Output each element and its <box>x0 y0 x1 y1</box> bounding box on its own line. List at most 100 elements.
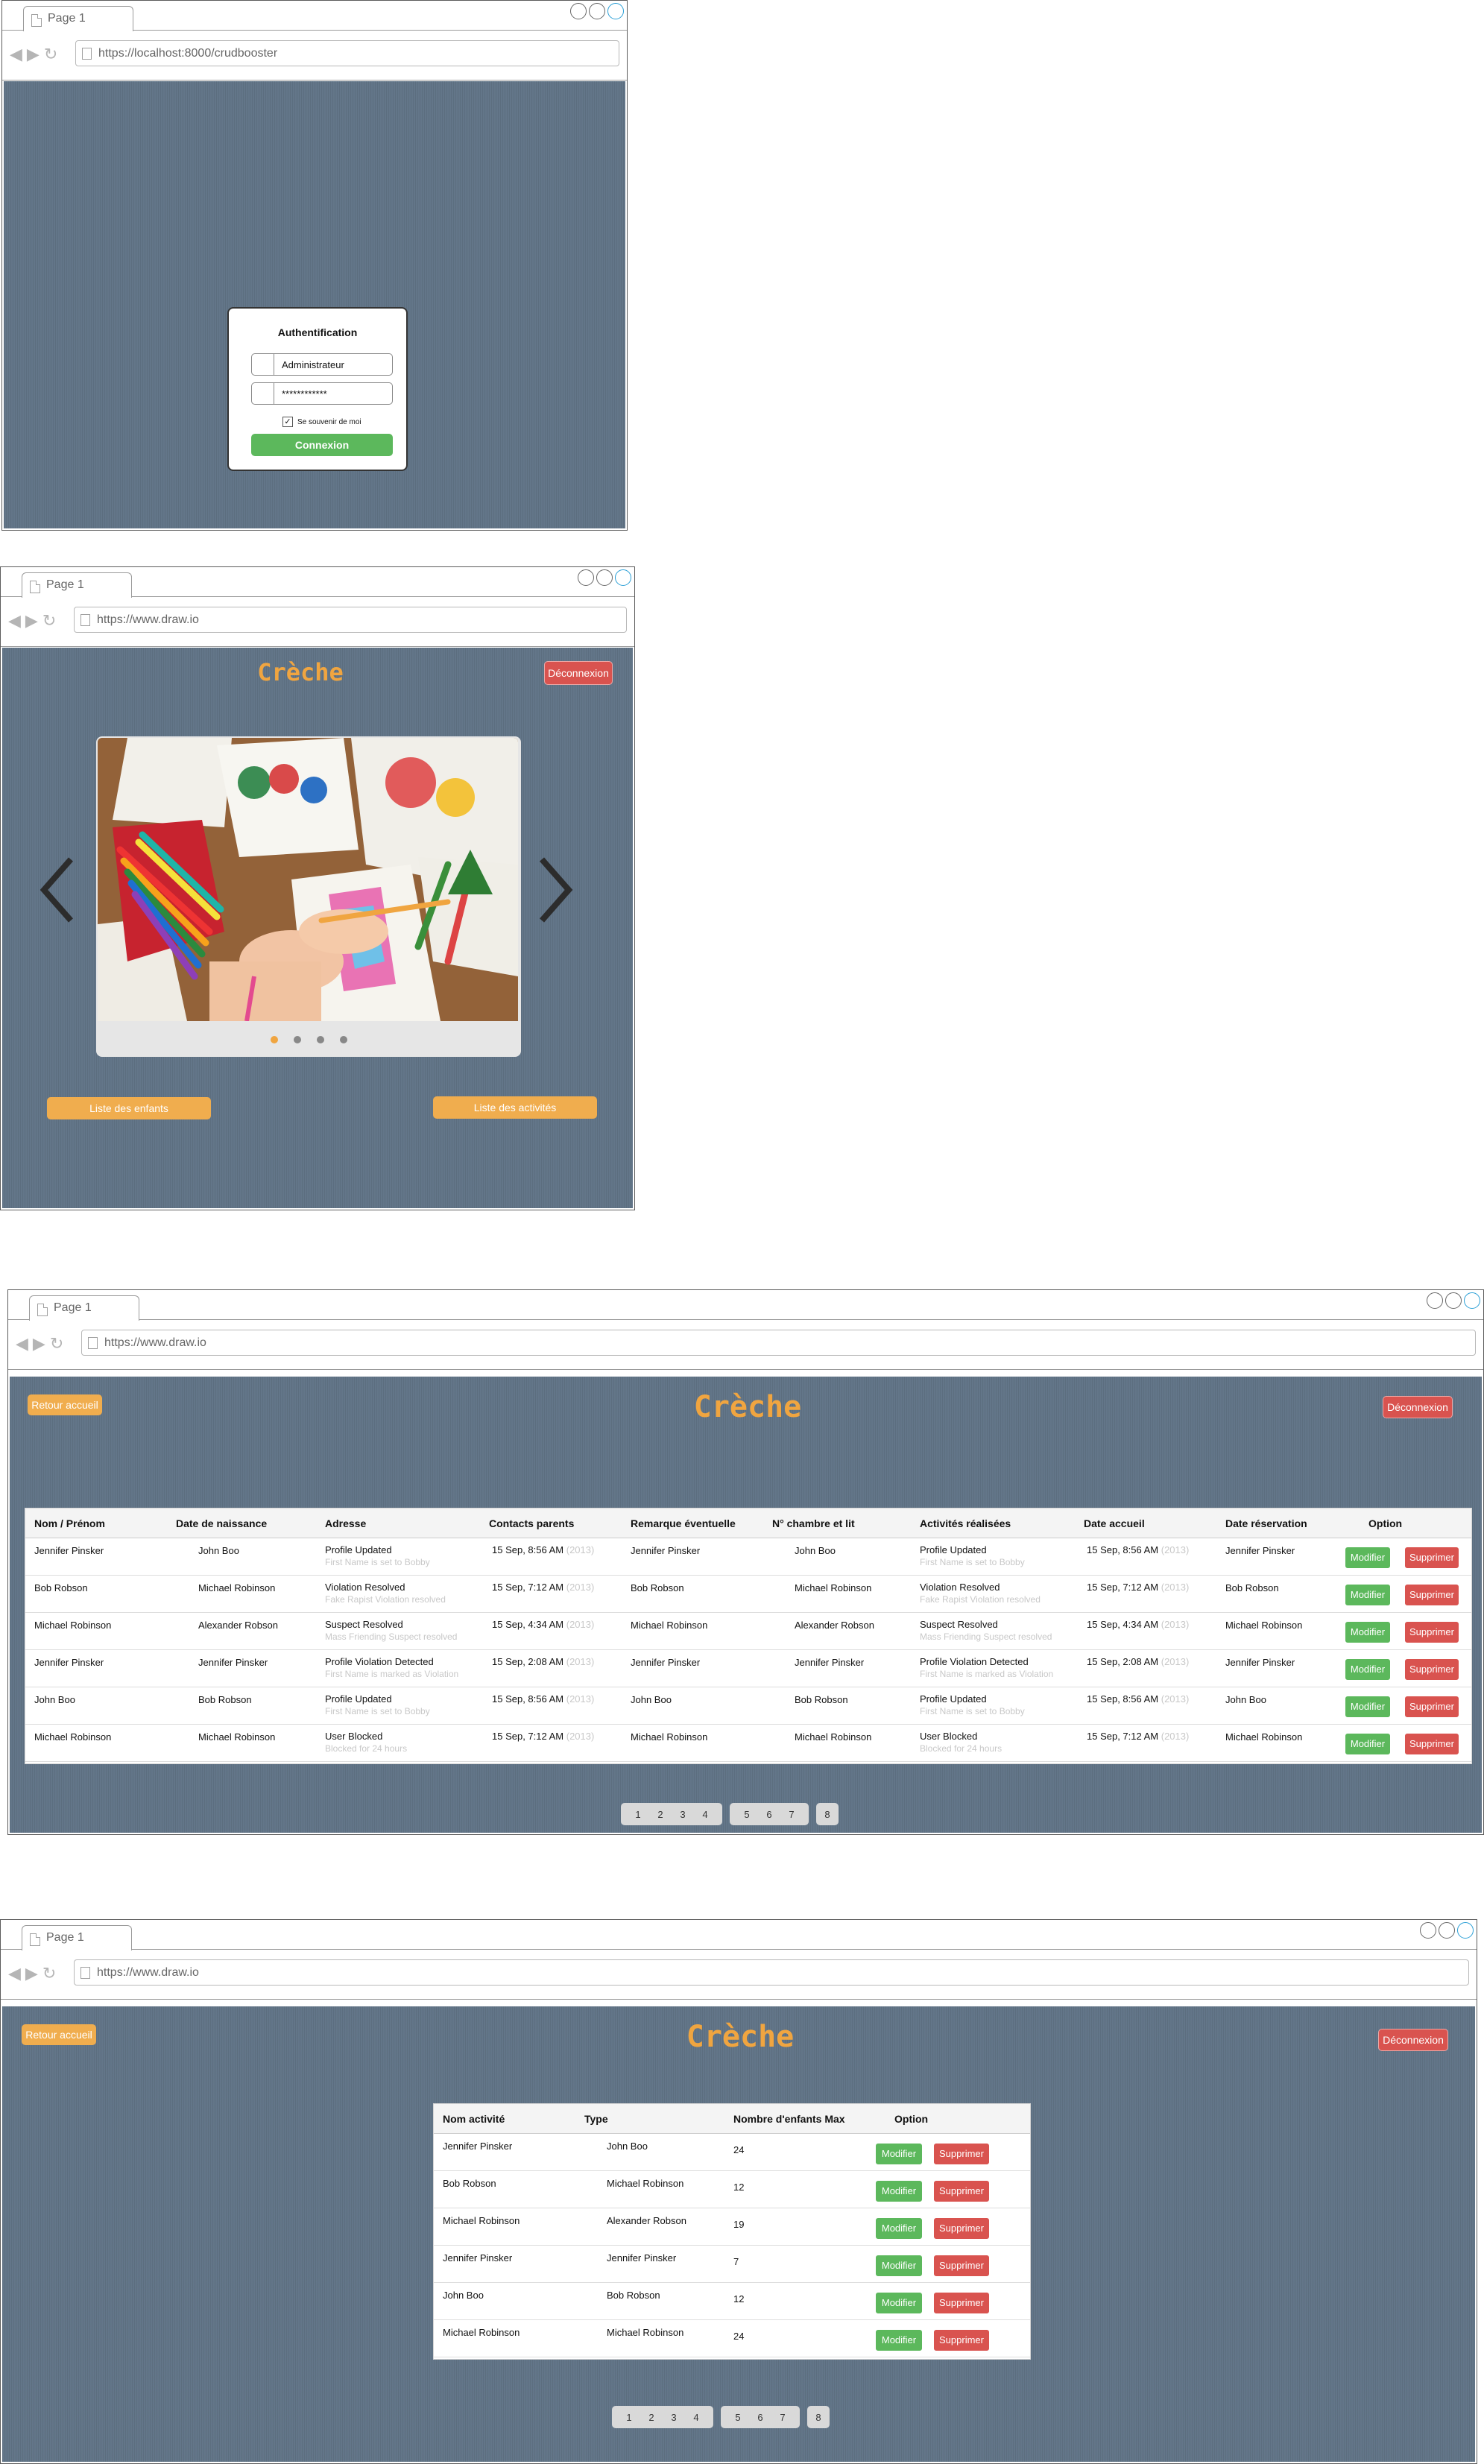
page-link[interactable]: 2 <box>640 2412 663 2423</box>
col-contacts: Contacts parents <box>489 1517 575 1529</box>
minimize-button[interactable] <box>578 569 594 586</box>
reload-icon[interactable]: ↻ <box>50 1336 63 1352</box>
back-arrow-icon[interactable]: ◀ <box>8 1965 21 1982</box>
password-field[interactable]: ************ <box>251 382 393 405</box>
remember-me[interactable]: ✓ Se souvenir de moi <box>282 417 361 427</box>
page-link[interactable]: 5 <box>727 2412 749 2423</box>
username-field[interactable]: Administrateur <box>251 353 393 376</box>
page-link[interactable]: 1 <box>627 1809 649 1820</box>
child-address: Violation Resolved <box>325 1582 405 1593</box>
page-link[interactable]: 2 <box>649 1809 672 1820</box>
edit-button[interactable]: Modifier <box>1345 1584 1391 1606</box>
edit-button[interactable]: Modifier <box>875 2255 923 2277</box>
delete-button[interactable]: Supprimer <box>1404 1733 1459 1755</box>
back-arrow-icon[interactable]: ◀ <box>10 46 22 63</box>
back-home-button[interactable]: Retour accueil <box>28 1394 102 1415</box>
contact-year: (2013) <box>566 1693 595 1705</box>
address-bar[interactable]: https://www.draw.io <box>74 1959 1469 1986</box>
minimize-button[interactable] <box>1420 1922 1436 1939</box>
arrival-time: 15 Sep, 8:56 AM <box>1087 1693 1159 1705</box>
edit-button[interactable]: Modifier <box>1345 1658 1391 1681</box>
edit-button[interactable]: Modifier <box>875 2292 923 2314</box>
logout-button[interactable]: Déconnexion <box>1378 2029 1448 2051</box>
forward-arrow-icon[interactable]: ▶ <box>25 613 38 629</box>
reload-icon[interactable]: ↻ <box>42 613 56 629</box>
child-address: Profile Updated <box>325 1693 392 1705</box>
maximize-button[interactable] <box>1439 1922 1455 1939</box>
browser-tab[interactable]: Page 1 <box>23 6 133 31</box>
close-button[interactable] <box>607 3 624 19</box>
reload-icon[interactable]: ↻ <box>44 46 57 63</box>
logout-button[interactable]: Déconnexion <box>544 661 613 685</box>
page-link[interactable]: 4 <box>685 2412 707 2423</box>
carousel-dot[interactable] <box>293 1036 301 1043</box>
page-link[interactable]: 3 <box>663 2412 685 2423</box>
children-list-button[interactable]: Liste des enfants <box>47 1097 211 1119</box>
close-button[interactable] <box>1457 1922 1474 1939</box>
page-icon <box>88 1337 98 1349</box>
edit-button[interactable]: Modifier <box>875 2180 923 2202</box>
page-link[interactable]: 7 <box>771 2412 794 2423</box>
delete-button[interactable]: Supprimer <box>933 2180 990 2202</box>
page-link[interactable]: 3 <box>672 1809 694 1820</box>
delete-button[interactable]: Supprimer <box>1404 1547 1459 1569</box>
chevron-left-icon[interactable] <box>40 856 74 923</box>
page-link[interactable]: 8 <box>807 2412 830 2423</box>
delete-button[interactable]: Supprimer <box>1404 1696 1459 1718</box>
delete-button[interactable]: Supprimer <box>933 2143 990 2165</box>
edit-button[interactable]: Modifier <box>875 2329 923 2351</box>
back-home-button[interactable]: Retour accueil <box>22 2024 96 2045</box>
contact-time: 15 Sep, 7:12 AM <box>492 1731 564 1742</box>
browser-tab[interactable]: Page 1 <box>22 572 132 598</box>
edit-button[interactable]: Modifier <box>1345 1547 1391 1569</box>
back-arrow-icon[interactable]: ◀ <box>16 1336 28 1352</box>
page-link[interactable]: 6 <box>749 2412 771 2423</box>
delete-button[interactable]: Supprimer <box>1404 1621 1459 1643</box>
minimize-button[interactable] <box>570 3 587 19</box>
delete-button[interactable]: Supprimer <box>1404 1658 1459 1681</box>
address-bar[interactable]: https://www.draw.io <box>74 607 627 633</box>
forward-arrow-icon[interactable]: ▶ <box>27 46 40 63</box>
forward-arrow-icon[interactable]: ▶ <box>33 1336 45 1352</box>
page-link[interactable]: 5 <box>736 1809 758 1820</box>
edit-button[interactable]: Modifier <box>1345 1696 1391 1718</box>
maximize-button[interactable] <box>596 569 613 586</box>
page-link[interactable]: 7 <box>780 1809 803 1820</box>
remember-checkbox[interactable]: ✓ <box>282 417 293 427</box>
browser-tab[interactable]: Page 1 <box>22 1925 132 1950</box>
page-link[interactable]: 8 <box>816 1809 839 1820</box>
close-button[interactable] <box>615 569 631 586</box>
delete-button[interactable]: Supprimer <box>933 2217 990 2240</box>
carousel-dot[interactable] <box>270 1036 278 1043</box>
activities-list-button[interactable]: Liste des activités <box>433 1096 597 1119</box>
address-bar[interactable]: https://localhost:8000/crudbooster <box>75 40 619 66</box>
activity-max: 24 <box>733 2331 745 2342</box>
maximize-button[interactable] <box>589 3 605 19</box>
carousel-dot[interactable] <box>339 1036 347 1043</box>
edit-button[interactable]: Modifier <box>875 2143 923 2165</box>
edit-button[interactable]: Modifier <box>1345 1621 1391 1643</box>
delete-button[interactable]: Supprimer <box>933 2255 990 2277</box>
minimize-button[interactable] <box>1427 1292 1443 1309</box>
address-bar[interactable]: https://www.draw.io <box>81 1330 1476 1356</box>
maximize-button[interactable] <box>1445 1292 1462 1309</box>
page-link[interactable]: 1 <box>618 2412 640 2423</box>
page-link[interactable]: 4 <box>694 1809 716 1820</box>
page-group: 1 2 3 4 <box>621 1803 722 1825</box>
connexion-button[interactable]: Connexion <box>251 434 393 456</box>
col-option: Option <box>1368 1517 1403 1529</box>
browser-tab[interactable]: Page 1 <box>29 1295 139 1321</box>
forward-arrow-icon[interactable]: ▶ <box>25 1965 38 1982</box>
carousel-dot[interactable] <box>316 1036 324 1043</box>
close-button[interactable] <box>1464 1292 1480 1309</box>
reload-icon[interactable]: ↻ <box>42 1965 56 1982</box>
delete-button[interactable]: Supprimer <box>933 2329 990 2351</box>
chevron-right-icon[interactable] <box>539 856 573 923</box>
logout-button[interactable]: Déconnexion <box>1383 1396 1453 1418</box>
page-link[interactable]: 6 <box>758 1809 780 1820</box>
delete-button[interactable]: Supprimer <box>933 2292 990 2314</box>
back-arrow-icon[interactable]: ◀ <box>8 613 21 629</box>
edit-button[interactable]: Modifier <box>1345 1733 1391 1755</box>
edit-button[interactable]: Modifier <box>875 2217 923 2240</box>
delete-button[interactable]: Supprimer <box>1404 1584 1459 1606</box>
